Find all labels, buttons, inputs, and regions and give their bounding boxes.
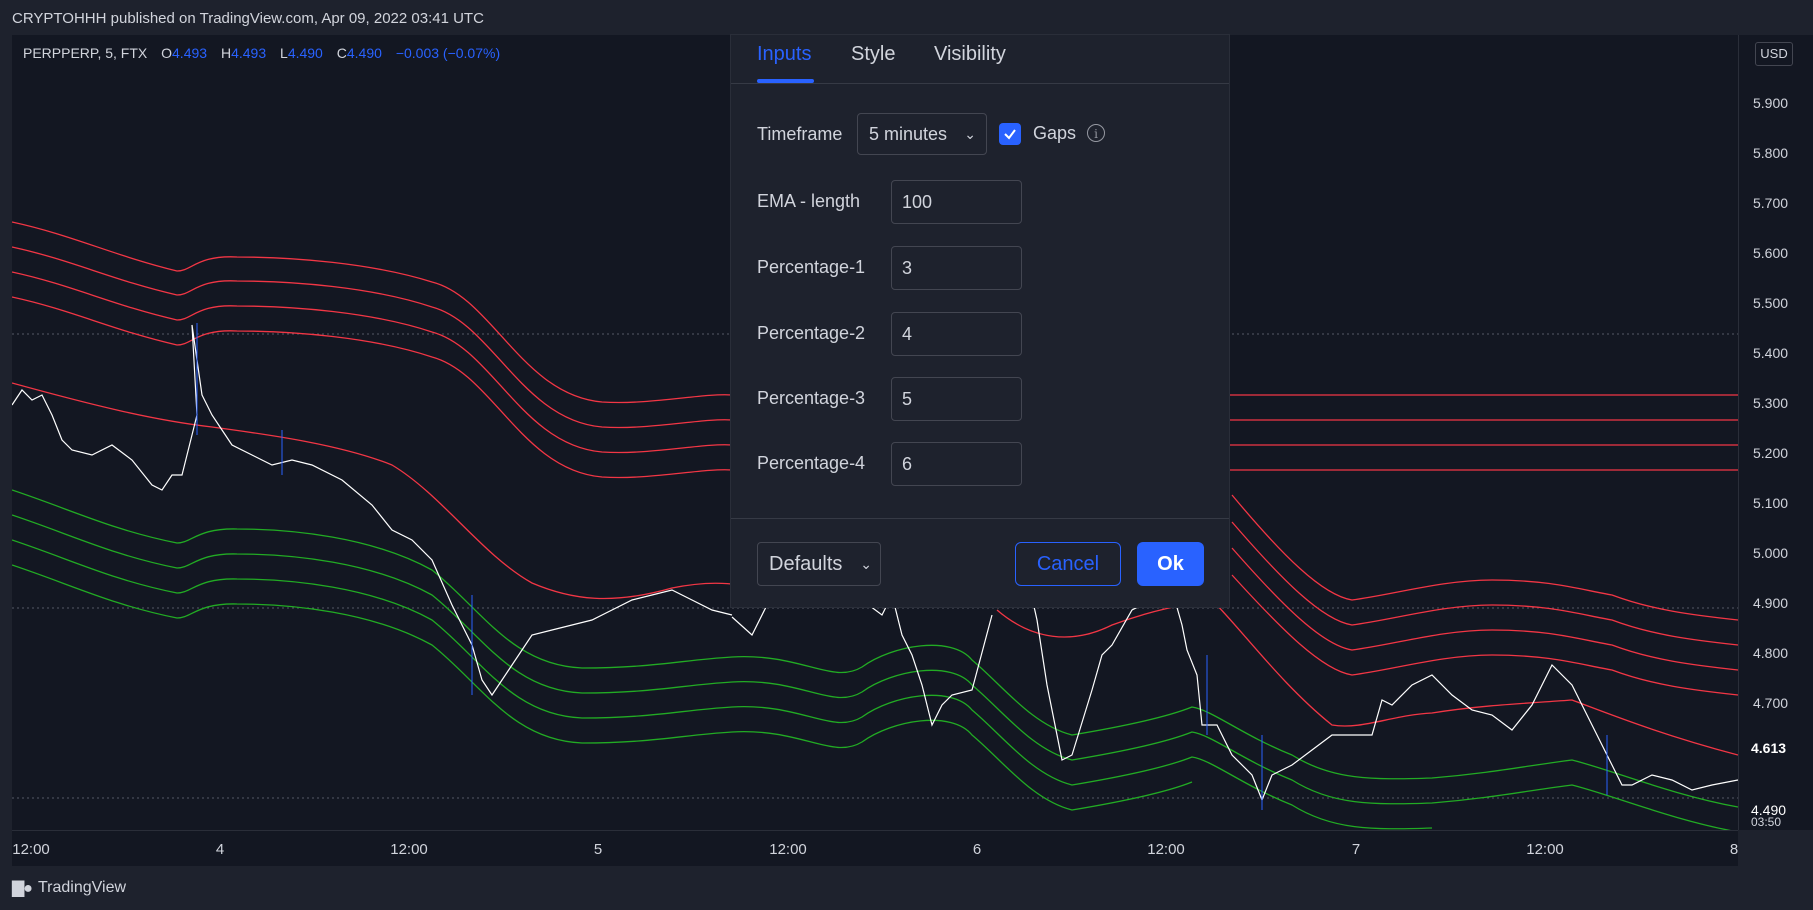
price-tick: 4.900 [1753,595,1789,611]
change-value: −0.003 (−0.07%) [395,45,501,61]
dialog-footer-divider [731,518,1229,519]
gaps-checkbox[interactable] [999,123,1021,145]
percentage-1-input[interactable]: 3 [891,246,1022,290]
close-label: C [336,45,347,61]
last-price-label: 4.613 [1741,736,1807,760]
percentage-4-input[interactable]: 6 [891,442,1022,486]
symbol-name[interactable]: PERPPERP, 5, FTX [23,45,147,61]
ema-line [12,382,773,600]
price-tick: 5.300 [1753,395,1789,411]
percentage-2-input[interactable]: 4 [891,312,1022,356]
field-label: Percentage-4 [757,453,866,473]
active-tab-indicator [757,79,814,83]
price-tick: 5.200 [1753,445,1789,461]
price-tick: 4.800 [1753,645,1789,661]
dialog-tabs: Inputs Style Visibility [731,35,1229,84]
chevron-down-icon: ⌄ [860,556,872,572]
open-label: O [161,45,173,61]
field-label: Percentage-3 [757,388,866,408]
timeframe-label: Timeframe [757,124,843,144]
currency-button[interactable]: USD [1755,42,1793,66]
tradingview-logo-icon: ▇● [12,880,33,897]
low-value: 4.490 [287,45,323,61]
brand[interactable]: ▇● TradingView [12,878,126,898]
brand-name: TradingView [37,879,127,896]
time-axis[interactable]: 12:00 4 12:00 5 12:00 6 12:00 7 12:00 8 [12,830,1738,866]
price-tick: 5.900 [1753,95,1789,111]
open-value: 4.493 [172,45,208,61]
ema-length-input[interactable]: 100 [891,180,1022,224]
timeframe-select[interactable]: 5 minutes ⌄ [857,113,987,155]
gaps-label[interactable]: Gaps [1033,123,1076,144]
time-tick: 12:00 [1147,841,1185,858]
published-info: CRYPTOHHH published on TradingView.com, … [12,10,484,27]
time-tick: 7 [1351,841,1361,858]
indicator-settings-dialog: Inputs Style Visibility Timeframe 5 minu… [731,35,1229,607]
time-tick: 12:00 [390,841,428,858]
tab-inputs[interactable]: Inputs [757,43,811,66]
price-tick: 5.400 [1753,345,1789,361]
tab-visibility[interactable]: Visibility [934,43,1006,66]
price-tick: 5.500 [1753,295,1789,311]
price-path-left [12,324,733,697]
price-tick: 5.600 [1753,245,1789,261]
high-label: H [220,45,232,61]
low-label: L [280,45,288,61]
price-tick: 4.700 [1753,695,1789,711]
time-tick: 8 [1729,841,1739,858]
ohlc-legend: PERPPERP, 5, FTX O4.493 H4.493 L4.490 C4… [23,45,500,61]
upper-band-right-4 [1231,574,1738,696]
time-tick: 5 [593,841,603,858]
defaults-label: Defaults [769,553,843,575]
high-value: 4.493 [231,45,267,61]
time-tick: 12:00 [1526,841,1564,858]
time-tick: 12:00 [769,841,807,858]
chevron-down-icon: ⌄ [964,126,976,142]
cancel-button[interactable]: Cancel [1015,542,1121,586]
close-value: 4.490 [346,45,382,61]
price-tick: 5.000 [1753,545,1789,561]
bar-countdown: 03:50 [1751,815,1782,829]
field-label: Percentage-2 [757,323,866,343]
price-tick: 5.100 [1753,495,1789,511]
field-label: EMA - length [757,191,861,211]
ok-button[interactable]: Ok [1137,542,1204,586]
price-tick: 5.800 [1753,145,1789,161]
field-label: Percentage-1 [757,257,866,277]
price-path-right [996,573,1738,802]
tab-style[interactable]: Style [851,43,895,66]
info-icon[interactable]: i [1087,124,1105,142]
price-axis[interactable]: 5.900 5.800 5.700 5.600 5.500 5.400 5.30… [1738,35,1813,830]
price-tick: 5.700 [1753,195,1789,211]
check-icon [1004,129,1016,140]
top-bar: CRYPTOHHH published on TradingView.com, … [0,0,1813,35]
time-tick: 6 [972,841,982,858]
defaults-dropdown[interactable]: Defaults ⌄ [757,542,881,586]
upper-band-right-2 [1231,521,1738,646]
time-tick: 4 [215,841,225,858]
time-tick: 12:00 [12,841,50,858]
percentage-3-input[interactable]: 5 [891,377,1022,421]
timeframe-value: 5 minutes [869,124,948,144]
